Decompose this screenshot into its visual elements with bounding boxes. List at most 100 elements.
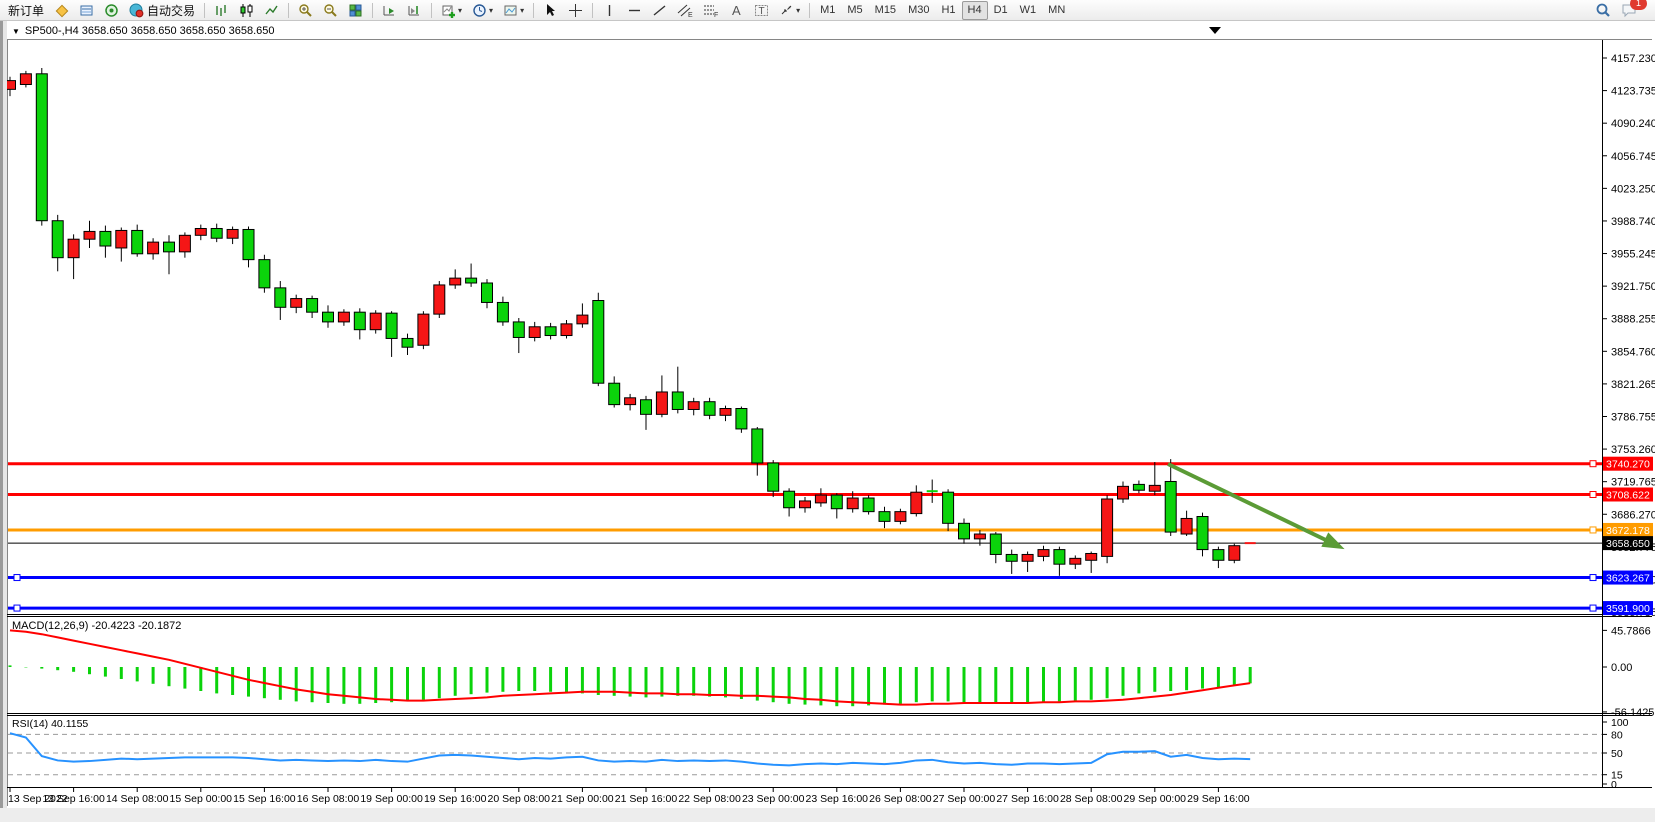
toolbar-separator <box>809 3 810 18</box>
svg-text:E: E <box>688 12 693 18</box>
candle-down <box>943 492 954 523</box>
candlestick-chart-icon[interactable] <box>235 0 258 20</box>
candle-down <box>1197 517 1208 550</box>
price-axis-label: 4157.230 <box>1611 53 1655 65</box>
svg-text:A: A <box>732 3 741 18</box>
line-anchor[interactable] <box>1590 527 1596 533</box>
candle-up <box>227 229 238 238</box>
candle-down <box>768 463 779 491</box>
horizontal-line-icon[interactable] <box>623 0 646 20</box>
timeframe-m5[interactable]: M5 <box>841 1 868 20</box>
chart-collapse-icon[interactable]: ▼ <box>12 27 20 36</box>
text-icon[interactable]: A <box>725 0 748 20</box>
candle-up <box>1229 546 1240 561</box>
chart-shift-icon[interactable] <box>403 0 426 20</box>
candle-up <box>911 492 922 513</box>
candle-down <box>1213 550 1224 561</box>
tile-windows-icon[interactable] <box>344 0 367 20</box>
time-axis-label: 22 Sep 08:00 <box>678 793 741 805</box>
line-anchor[interactable] <box>1590 575 1596 581</box>
candle-up <box>195 228 206 235</box>
line-chart-icon[interactable] <box>260 0 283 20</box>
trendline-icon[interactable] <box>648 0 671 20</box>
macd-label: MACD(12,26,9) -20.4223 -20.1872 <box>12 620 181 632</box>
market-watch-icon[interactable] <box>75 0 98 20</box>
shapes-dropdown[interactable]: ▾ <box>775 0 804 20</box>
price-axis-label: 3888.255 <box>1611 314 1655 326</box>
candle-up <box>1118 486 1129 499</box>
price-axis-label: 4023.250 <box>1611 183 1655 195</box>
time-axis-label: 23 Sep 00:00 <box>742 793 805 805</box>
timeframe-mn[interactable]: MN <box>1042 1 1071 20</box>
candle-down <box>1006 554 1017 561</box>
timeframe-m1[interactable]: M1 <box>814 1 841 20</box>
line-anchor[interactable] <box>1590 461 1596 467</box>
candle-up <box>84 231 95 239</box>
timeframe-h4[interactable]: H4 <box>962 1 988 20</box>
candle-down <box>990 534 1001 554</box>
line-anchor[interactable] <box>1590 491 1596 497</box>
vertical-line-icon[interactable] <box>598 0 621 20</box>
price-tag: 3623.267 <box>1606 573 1650 585</box>
bar-chart-icon[interactable] <box>210 0 233 20</box>
auto-scroll-icon[interactable] <box>378 0 401 20</box>
line-anchor[interactable] <box>14 575 20 581</box>
candle-up <box>800 501 811 508</box>
candle-up <box>68 239 79 257</box>
price-tag: 3591.900 <box>1606 603 1650 615</box>
candle-down <box>100 231 111 246</box>
candle-down <box>164 242 175 252</box>
candle-down <box>1054 550 1065 565</box>
zoom-in-icon[interactable] <box>294 0 317 20</box>
candle-up <box>450 278 461 285</box>
navigator-icon[interactable] <box>100 0 123 20</box>
auto-trading-label: 自动交易 <box>147 2 195 19</box>
timeframe-d1[interactable]: D1 <box>988 1 1014 20</box>
timeframe-h1[interactable]: H1 <box>935 1 961 20</box>
line-anchor[interactable] <box>14 605 20 611</box>
new-chart-dropdown[interactable]: ▾ <box>437 0 466 20</box>
quotes-icon[interactable] <box>50 0 73 20</box>
toolbar-separator <box>204 3 205 18</box>
candle-up <box>116 230 127 248</box>
price-chart[interactable]: 4157.2304123.7354090.2404056.7454023.250… <box>0 0 1655 822</box>
candle-up <box>1022 554 1033 561</box>
candle-down <box>593 301 604 384</box>
notifications-chat-button[interactable]: 1 <box>1617 0 1642 20</box>
time-axis-label: 19 Sep 00:00 <box>360 793 423 805</box>
candle-up <box>1181 518 1192 534</box>
new-order-button[interactable]: 新订单 <box>4 0 48 20</box>
chart-title-row: ▼ SP500-,H4 3658.650 3658.650 3658.650 3… <box>12 25 274 37</box>
svg-text:T: T <box>759 6 765 17</box>
macd-main-value: -20.4223 <box>91 620 134 632</box>
cursor-icon[interactable] <box>539 0 562 20</box>
candle-down <box>497 302 508 321</box>
notification-badge: 1 <box>1630 0 1647 10</box>
candle-down <box>752 429 763 463</box>
zoom-out-icon[interactable] <box>319 0 342 20</box>
rsi-label: RSI(14) 40.1155 <box>12 718 88 730</box>
label-icon[interactable]: T <box>750 0 773 20</box>
candle-up <box>1102 499 1113 556</box>
time-axis-label: 14 Sep 08:00 <box>106 793 169 805</box>
timeframe-w1[interactable]: W1 <box>1014 1 1043 20</box>
fibonacci-icon[interactable]: F <box>699 0 723 20</box>
rsi-value: 40.1155 <box>51 718 88 730</box>
line-anchor[interactable] <box>1590 605 1596 611</box>
time-axis-label: 16 Sep 08:00 <box>297 793 360 805</box>
candle-down <box>1165 481 1176 532</box>
timeframe-m30[interactable]: M30 <box>902 1 935 20</box>
search-icon[interactable] <box>1591 0 1615 20</box>
price-tag: 3708.622 <box>1606 489 1650 501</box>
time-axis-label: 26 Sep 08:00 <box>869 793 932 805</box>
candle-down <box>545 327 556 336</box>
toolbar-separator <box>288 3 289 18</box>
svg-text:F: F <box>714 12 718 18</box>
crosshair-icon[interactable] <box>564 0 587 20</box>
periods-dropdown[interactable]: ▾ <box>468 0 497 20</box>
candle-up <box>1070 558 1081 564</box>
templates-dropdown[interactable]: ▾ <box>499 0 528 20</box>
equidistant-channel-icon[interactable]: E <box>673 0 697 20</box>
auto-trading-button[interactable]: 自动交易 <box>125 0 199 20</box>
timeframe-m15[interactable]: M15 <box>869 1 902 20</box>
